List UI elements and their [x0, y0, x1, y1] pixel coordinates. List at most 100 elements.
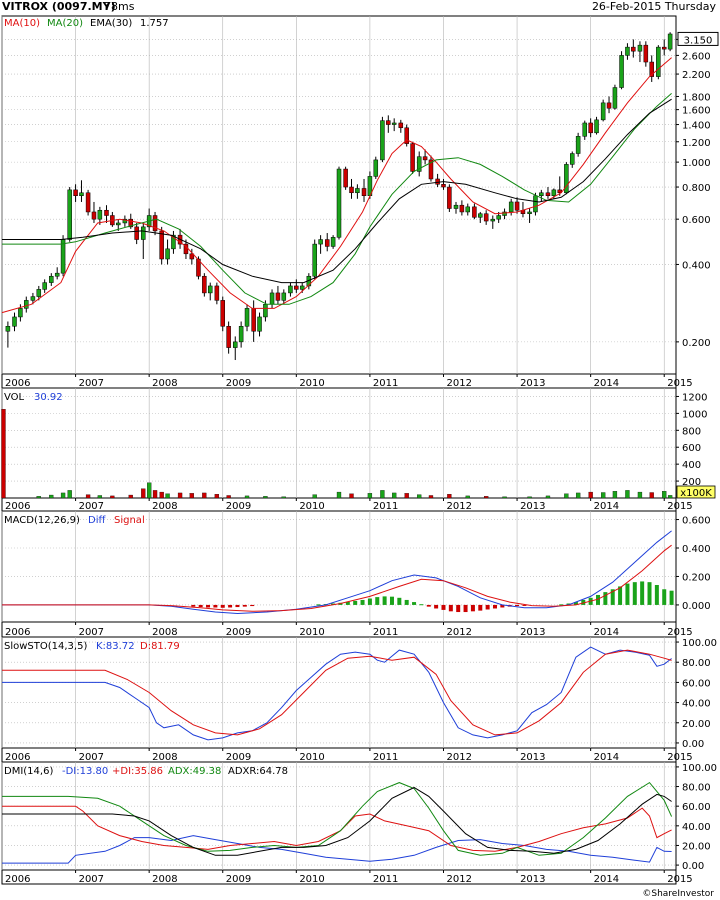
- dmi-y-tick-label: 80.00: [682, 783, 711, 794]
- slowsto-x-tick-label: 2008: [152, 752, 177, 763]
- candle-down: [386, 120, 391, 125]
- candle-down: [398, 122, 404, 129]
- macd-hist-up: [412, 602, 417, 605]
- sto-legend-d: D:81.79: [140, 641, 180, 652]
- candle-up: [527, 211, 532, 214]
- slowsto-x-tick-label: 2009: [226, 752, 251, 763]
- candle-up: [373, 159, 379, 177]
- candle-up: [288, 285, 293, 294]
- candle-up: [257, 316, 262, 332]
- dmi-plot-area: [1, 761, 677, 871]
- candle-up: [391, 122, 397, 125]
- macd-hist-up: [382, 596, 387, 605]
- dmi-x-tick-label: 2015: [667, 874, 692, 885]
- candle-up: [299, 285, 305, 290]
- price-y-tick-label: 0.800: [682, 183, 711, 194]
- macd-x-tick-label: 2014: [594, 627, 619, 638]
- candle-up: [12, 316, 17, 327]
- volume-bar-up: [312, 494, 317, 499]
- candle-up: [238, 326, 244, 343]
- legend-ma20: MA(20): [47, 18, 83, 29]
- candle-up: [465, 206, 471, 213]
- sto-legend-k: K:83.72: [96, 641, 135, 652]
- price-x-tick-label: 2008: [152, 378, 177, 389]
- macd-hist-down: [206, 604, 211, 608]
- candle-up: [637, 44, 643, 52]
- volume-bar-up: [263, 496, 268, 499]
- candle-down: [275, 292, 281, 301]
- legend-ema30-value: 1.757: [140, 18, 169, 29]
- candle-up: [79, 192, 84, 196]
- macd-hist-down: [515, 604, 520, 607]
- candle-up: [478, 213, 483, 218]
- price-x-tick-label: 2010: [299, 378, 324, 389]
- candle-up: [24, 300, 29, 309]
- dmi-x-tick-label: 2007: [79, 874, 104, 885]
- candle-up: [453, 204, 459, 209]
- candle-up: [165, 248, 170, 260]
- macd-hist-up: [397, 597, 402, 605]
- volume-bar-down: [484, 496, 489, 499]
- candle-down: [422, 156, 428, 161]
- candle-up: [625, 46, 630, 56]
- slowsto-x-tick-label: 2012: [446, 752, 471, 763]
- macd-hist-down: [434, 604, 439, 609]
- candle-down: [361, 188, 367, 196]
- slowsto-x-tick-label: 2013: [520, 752, 545, 763]
- candle-up: [667, 33, 673, 50]
- volume-bar-up: [281, 496, 286, 499]
- macd-x-tick-label: 2010: [299, 627, 324, 638]
- candle-up: [60, 239, 66, 274]
- dmi-x-tick-label: 2012: [446, 874, 471, 885]
- macd-hist-down: [470, 604, 475, 612]
- chart-canvas: 3.150 2.600 2.200 1.800 1.600 1.400 1.200 1.000…: [1, 15, 719, 885]
- candle-up: [67, 189, 72, 240]
- macd-hist-down: [250, 604, 255, 607]
- volume-bar-down: [189, 493, 194, 499]
- candle-up: [656, 46, 661, 77]
- candle-down: [214, 285, 220, 301]
- candle-up: [330, 237, 336, 247]
- volume-x-tick-label: 2007: [79, 501, 104, 512]
- macd-hist-down: [213, 604, 218, 608]
- candle-up: [49, 275, 54, 283]
- macd-x-tick-label: 2008: [152, 627, 177, 638]
- dmi-legend-adxr: ADXR:64.78: [228, 766, 288, 777]
- candle-up: [336, 168, 342, 238]
- volume-y-tick-label: 600: [682, 443, 701, 454]
- candle-up: [355, 188, 360, 194]
- candle-down: [91, 211, 97, 220]
- volume-bar-down: [1, 409, 6, 499]
- volume-bar-up: [502, 496, 507, 499]
- last-price-label: 3.150: [684, 35, 713, 46]
- volume-bar-down: [110, 495, 115, 499]
- volume-bar-up: [165, 493, 170, 499]
- macd-hist-down: [426, 604, 431, 607]
- candle-down: [73, 189, 78, 196]
- macd-hist-up: [669, 590, 674, 605]
- price-x-tick-label: 2011: [373, 378, 398, 389]
- price-y-tick-label: 2.200: [682, 70, 711, 81]
- candle-down: [661, 46, 667, 50]
- dmi-x-tick-label: 2010: [299, 874, 324, 885]
- candle-up: [244, 308, 250, 327]
- candle-up: [533, 195, 538, 213]
- price-x-tick-label: 2012: [446, 378, 471, 389]
- dmi-x-tick-label: 2008: [152, 874, 177, 885]
- macd-hist-up: [316, 604, 321, 606]
- candle-down: [226, 326, 231, 348]
- dmi-x-tick-label: 2006: [5, 874, 30, 885]
- price-y-tick-label: 1.000: [682, 158, 711, 169]
- price-x-tick-label: 2015: [667, 378, 692, 389]
- volume-label: VOL: [4, 392, 25, 403]
- candle-down: [514, 201, 520, 211]
- candle-down: [643, 44, 649, 63]
- macd-hist-down: [220, 604, 225, 608]
- macd-hist-up: [419, 604, 424, 606]
- candle-up: [575, 136, 581, 154]
- volume-bar-down: [128, 494, 133, 499]
- volume-bar-down: [159, 491, 164, 499]
- macd-legend-diff: Diff: [88, 515, 106, 526]
- macd-hist-up: [404, 599, 409, 605]
- volume-bar-up: [367, 493, 373, 499]
